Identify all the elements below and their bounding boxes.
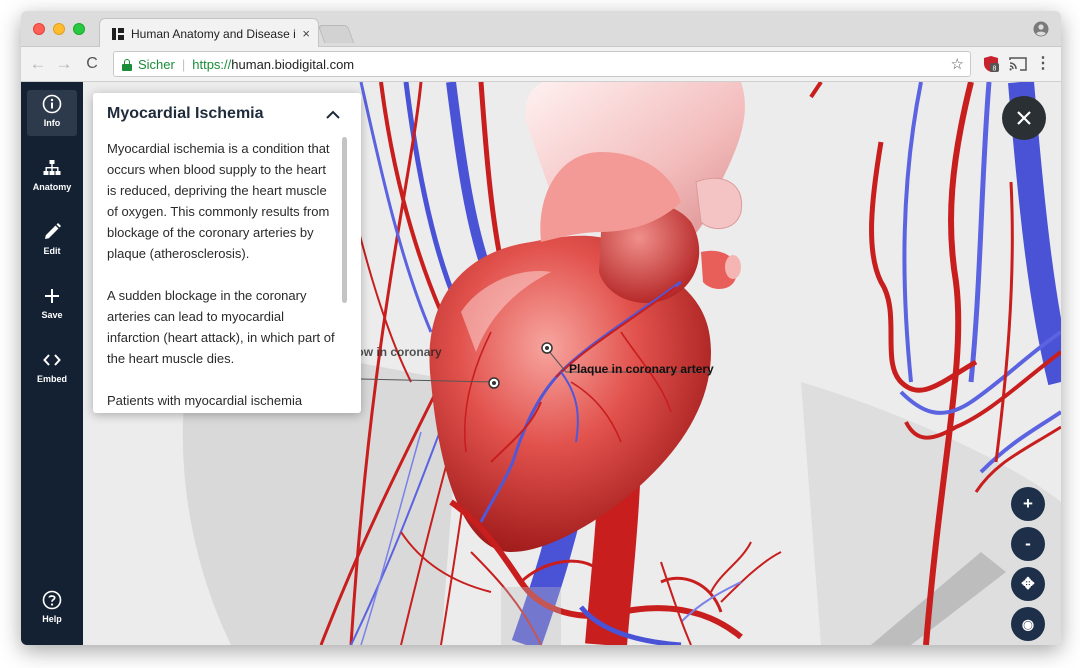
tab-close-icon[interactable]: × bbox=[302, 26, 310, 41]
chevron-up-icon[interactable] bbox=[325, 107, 341, 123]
biodigital-favicon-icon bbox=[112, 27, 124, 40]
extension-icon[interactable]: 8 bbox=[982, 55, 1000, 73]
address-bar[interactable]: Sicher | https:// human.biodigital.com ☆ bbox=[113, 51, 971, 77]
lock-icon bbox=[122, 58, 132, 71]
sidebar-item-label: Anatomy bbox=[32, 182, 72, 192]
code-icon bbox=[43, 354, 61, 366]
pencil-icon bbox=[45, 223, 61, 239]
sidebar-item-embed[interactable]: Embed bbox=[27, 346, 77, 392]
browser-titlebar: Human Anatomy and Disease i × bbox=[21, 11, 1061, 48]
close-view-button[interactable] bbox=[1002, 96, 1046, 140]
sidebar-item-anatomy[interactable]: Anatomy bbox=[27, 154, 77, 200]
new-tab-button[interactable] bbox=[317, 25, 355, 43]
panel-paragraph: A sudden blockage in the coronary arteri… bbox=[107, 288, 335, 366]
anatomy-tree-icon bbox=[43, 160, 61, 175]
sidebar-item-label: Edit bbox=[43, 246, 61, 256]
panel-title: Myocardial Ischemia bbox=[107, 105, 264, 122]
help-icon bbox=[42, 590, 62, 610]
sidebar-item-edit[interactable]: Edit bbox=[27, 218, 77, 264]
bookmark-star-icon[interactable]: ☆ bbox=[951, 55, 964, 73]
window-maximize-button[interactable] bbox=[73, 23, 85, 35]
sidebar-item-info[interactable]: Info bbox=[27, 90, 77, 136]
svg-text:8: 8 bbox=[993, 66, 997, 73]
info-panel: Myocardial Ischemia Myocardial ischemia … bbox=[93, 93, 361, 413]
window-close-button[interactable] bbox=[33, 23, 45, 35]
panel-description: Myocardial ischemia is a condition that … bbox=[107, 138, 337, 413]
panel-paragraph: Myocardial ischemia is a condition that … bbox=[107, 141, 330, 261]
app-sidebar: Info Anatomy Edit Save Embed Help bbox=[21, 82, 83, 645]
forward-arrow-icon[interactable]: → bbox=[53, 53, 75, 75]
help-label: Help bbox=[42, 614, 62, 624]
sidebar-item-label: Info bbox=[43, 118, 61, 128]
plus-icon bbox=[45, 289, 59, 303]
callout-plaque[interactable]: Plaque in coronary artery bbox=[569, 362, 714, 376]
close-icon bbox=[1017, 111, 1031, 125]
sidebar-item-save[interactable]: Save bbox=[27, 282, 77, 328]
secure-label: Sicher bbox=[138, 56, 175, 72]
zoom-out-button[interactable]: - bbox=[1011, 527, 1045, 561]
address-separator: | bbox=[181, 56, 186, 72]
browser-menu-icon[interactable]: ⋮ bbox=[1035, 53, 1051, 75]
browser-toolbar: ← → C Sicher | https:// human.biodigital… bbox=[21, 47, 1061, 82]
zoom-in-button[interactable]: + bbox=[1011, 487, 1045, 521]
url-host: human.biodigital.com bbox=[231, 56, 355, 72]
cast-icon[interactable] bbox=[1009, 56, 1027, 72]
pan-button[interactable]: ✥ bbox=[1011, 567, 1045, 601]
browser-tab-active[interactable]: Human Anatomy and Disease i × bbox=[99, 18, 319, 48]
window-minimize-button[interactable] bbox=[53, 23, 65, 35]
info-icon bbox=[42, 94, 62, 114]
panel-scrollbar[interactable] bbox=[342, 137, 347, 303]
tab-title: Human Anatomy and Disease i bbox=[131, 26, 296, 41]
back-arrow-icon[interactable]: ← bbox=[27, 53, 49, 75]
browser-window: Human Anatomy and Disease i × ← → C Sich… bbox=[21, 11, 1061, 645]
url-scheme: https:// bbox=[192, 56, 232, 72]
profile-icon[interactable] bbox=[1033, 21, 1049, 37]
sidebar-item-help[interactable]: Help bbox=[27, 590, 77, 636]
center-view-button[interactable]: ◉ bbox=[1011, 607, 1045, 641]
reload-icon[interactable]: C bbox=[81, 53, 103, 75]
sidebar-item-label: Save bbox=[41, 310, 63, 320]
panel-paragraph: Patients with myocardial ischemia bbox=[107, 393, 303, 408]
sidebar-item-label: Embed bbox=[36, 374, 67, 384]
app-viewport: Decreased blood flow in coronary artery … bbox=[21, 82, 1061, 645]
